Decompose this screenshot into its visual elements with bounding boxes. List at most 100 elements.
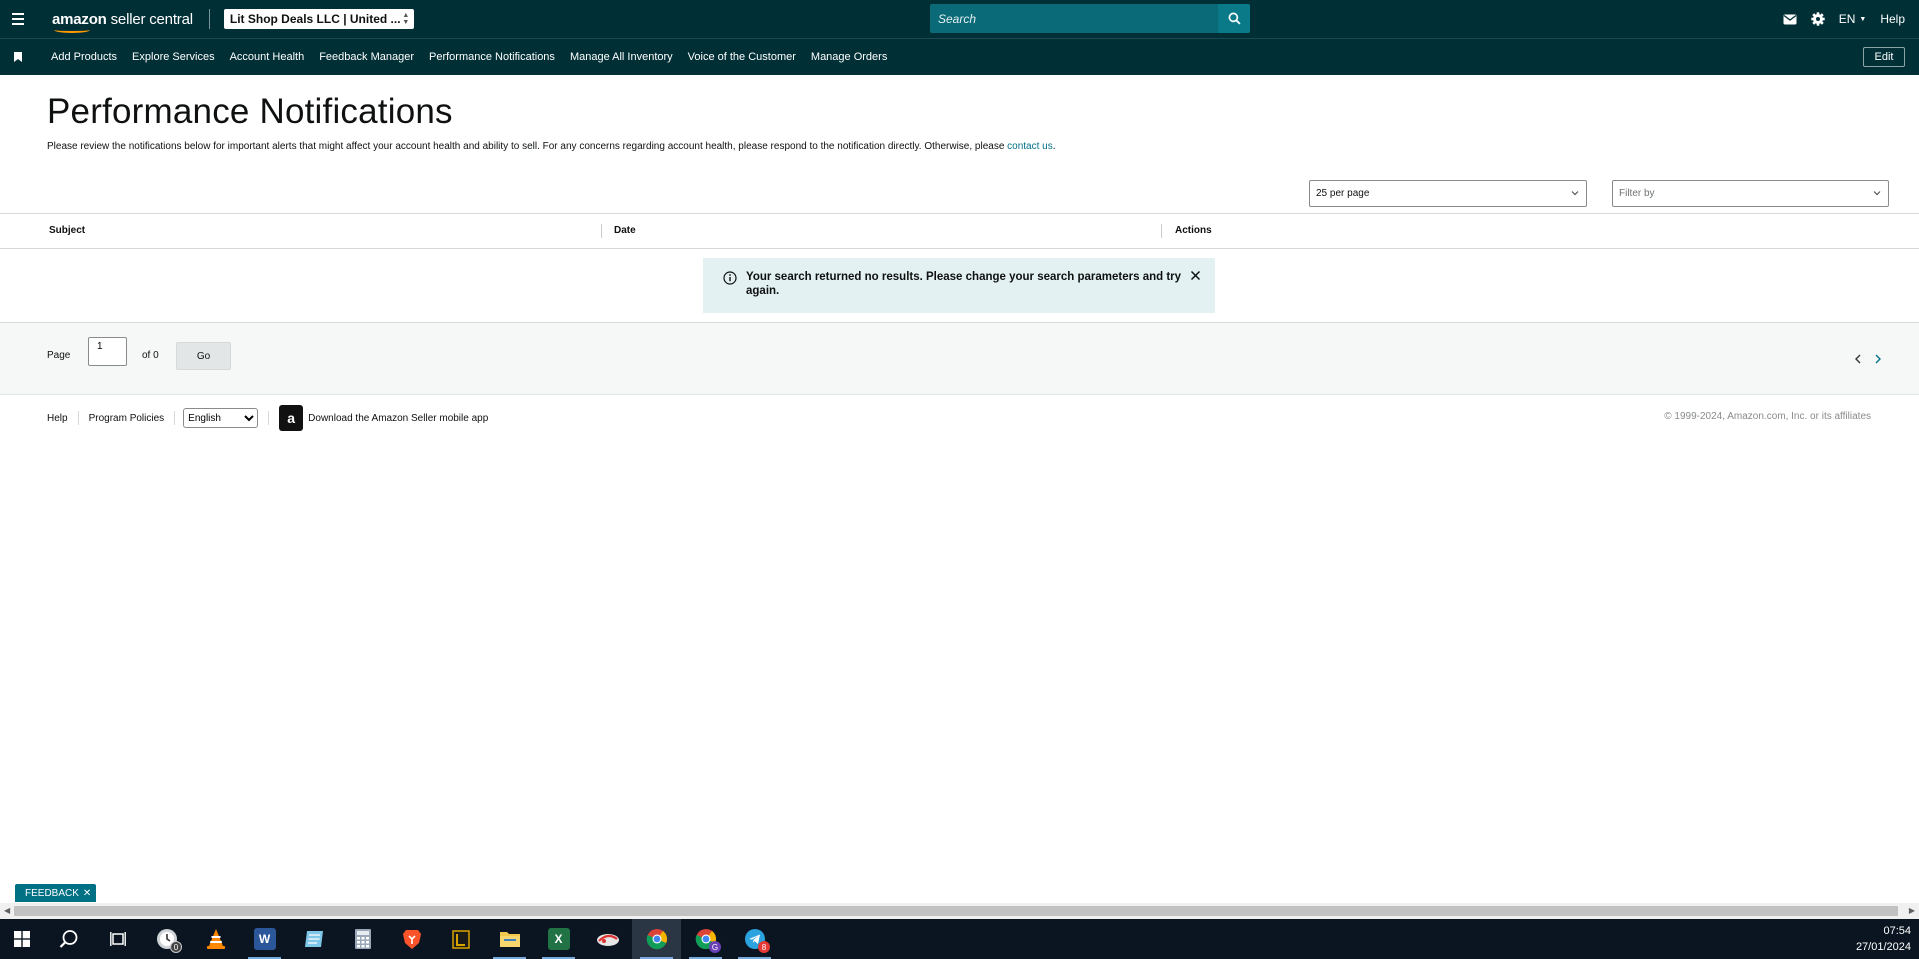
column-header-subject[interactable]: Subject xyxy=(49,225,85,236)
telegram-badge: 8 xyxy=(758,941,770,953)
caret-down-icon: ▼ xyxy=(1859,15,1867,23)
language-selector[interactable]: EN ▼ xyxy=(1839,12,1867,26)
gear-icon[interactable] xyxy=(1811,12,1825,26)
filter-dropdown[interactable]: Filter by xyxy=(1612,180,1889,207)
close-icon[interactable] xyxy=(1190,270,1201,281)
amazon-app-icon[interactable]: a xyxy=(279,405,304,431)
table-body: Your search returned no results. Please … xyxy=(0,249,1919,323)
footer-divider xyxy=(77,411,79,425)
nav-item-manage-orders[interactable]: Manage Orders xyxy=(811,51,887,63)
contact-us-link[interactable]: contact us xyxy=(1007,141,1053,152)
account-name: Lit Shop Deals LLC | United ... xyxy=(229,12,401,26)
close-icon[interactable]: ✕ xyxy=(83,888,91,899)
footer-help-link[interactable]: Help xyxy=(47,413,68,424)
nav-item-voice-of-the-customer[interactable]: Voice of the Customer xyxy=(688,51,796,63)
language-label: EN xyxy=(1838,12,1856,26)
page-footer: Help Program Policies English a Download… xyxy=(0,404,1919,432)
brave-icon[interactable] xyxy=(387,919,436,959)
go-button[interactable]: Go xyxy=(176,342,231,370)
page-number-input[interactable] xyxy=(88,337,127,366)
clock-app-icon[interactable]: 0 xyxy=(142,919,191,959)
vlc-icon[interactable] xyxy=(191,919,240,959)
excel-letter: X xyxy=(547,928,570,950)
top-header: amazon seller central Lit Shop Deals LLC… xyxy=(0,0,1919,38)
seller-central-logo[interactable]: amazon seller central xyxy=(52,10,193,33)
spinner-arrows-icon[interactable]: ▲ ▼ xyxy=(401,11,411,27)
chrome-icon[interactable] xyxy=(632,919,681,959)
header-utilities: EN ▼ Help xyxy=(1783,0,1905,38)
chrome-profile-icon[interactable]: G xyxy=(681,919,730,959)
description-text: Please review the notifications below fo… xyxy=(47,141,1008,152)
scrollbar-thumb[interactable] xyxy=(14,906,1898,916)
filter-placeholder: Filter by xyxy=(1619,188,1655,199)
column-header-actions[interactable]: Actions xyxy=(1175,225,1212,236)
header-divider xyxy=(208,9,210,29)
per-page-dropdown[interactable]: 25 per page xyxy=(1309,180,1587,207)
page-title: Performance Notifications xyxy=(47,92,453,131)
windows-start-icon[interactable] xyxy=(0,919,44,959)
page-label: Page xyxy=(47,350,71,361)
nav-item-add-products[interactable]: Add Products xyxy=(51,51,117,63)
clock-date: 27/01/2024 xyxy=(1855,941,1911,953)
column-divider xyxy=(1161,224,1162,238)
copyright-text: © 1999-2024, Amazon.com, Inc. or its aff… xyxy=(1664,411,1871,422)
nav-bar: Add Products Explore Services Account He… xyxy=(0,38,1919,75)
search-bar xyxy=(930,4,1250,33)
feedback-tab[interactable]: FEEDBACK ✕ xyxy=(15,884,97,902)
help-link[interactable]: Help xyxy=(1880,12,1905,26)
column-divider xyxy=(601,224,602,238)
search-button[interactable] xyxy=(1218,4,1250,33)
excel-icon[interactable]: X xyxy=(534,919,583,959)
table-header: Subject Date Actions xyxy=(0,213,1919,249)
menu-icon[interactable] xyxy=(0,0,36,38)
logo-product: seller central xyxy=(110,10,193,28)
calculator-icon[interactable] xyxy=(338,919,387,959)
system-clock[interactable]: 07:54 27/01/2024 xyxy=(1856,923,1911,955)
chevron-down-icon xyxy=(1873,191,1881,196)
nav-item-explore-services[interactable]: Explore Services xyxy=(132,51,215,63)
horizontal-scrollbar[interactable]: ◀ ▶ xyxy=(0,903,1919,919)
task-view-icon[interactable] xyxy=(93,919,142,959)
nav-item-account-health[interactable]: Account Health xyxy=(230,51,305,63)
chevron-right-icon[interactable] xyxy=(1874,354,1882,364)
edit-nav-button[interactable]: Edit xyxy=(1863,47,1905,67)
telegram-icon[interactable]: 8 xyxy=(730,919,779,959)
word-letter: W xyxy=(253,928,276,950)
bookmark-icon[interactable] xyxy=(0,52,36,62)
nav-item-performance-notifications[interactable]: Performance Notifications xyxy=(429,51,555,63)
footer-divider xyxy=(174,411,176,425)
search-input[interactable] xyxy=(930,4,1218,33)
download-app-link[interactable]: Download the Amazon Seller mobile app xyxy=(308,413,488,424)
scroll-left-icon[interactable]: ◀ xyxy=(4,906,10,915)
chevron-left-icon[interactable] xyxy=(1854,354,1862,364)
column-header-date[interactable]: Date xyxy=(614,225,636,236)
page-total-label: of 0 xyxy=(142,350,159,361)
description-end: . xyxy=(1052,141,1056,152)
notepad-icon[interactable] xyxy=(289,919,338,959)
info-icon xyxy=(723,271,737,285)
clock-app-badge: 0 xyxy=(170,941,182,953)
mail-icon[interactable] xyxy=(1783,14,1797,25)
clock-time: 07:54 xyxy=(1883,925,1911,937)
file-explorer-icon[interactable] xyxy=(485,919,534,959)
word-icon[interactable]: W xyxy=(240,919,289,959)
footer-divider xyxy=(268,411,270,425)
media-app-icon[interactable] xyxy=(436,919,485,959)
chevron-down-icon xyxy=(1571,191,1579,196)
windows-taskbar: 0 W X G 8 07:54 27/01/2024 xyxy=(0,919,1919,959)
logo-smile-icon xyxy=(54,27,90,33)
no-results-alert: Your search returned no results. Please … xyxy=(703,258,1215,313)
footer-language-select[interactable]: English xyxy=(183,408,259,428)
feedback-label: FEEDBACK xyxy=(25,887,79,899)
nav-item-manage-all-inventory[interactable]: Manage All Inventory xyxy=(570,51,673,63)
account-selector[interactable]: Lit Shop Deals LLC | United ... ▲ ▼ xyxy=(223,9,414,29)
program-policies-link[interactable]: Program Policies xyxy=(89,413,165,424)
cloud-app-icon[interactable] xyxy=(583,919,632,959)
search-icon[interactable] xyxy=(44,919,93,959)
chrome-profile-badge: G xyxy=(709,941,721,953)
nav-item-feedback-manager[interactable]: Feedback Manager xyxy=(319,51,414,63)
per-page-value: 25 per page xyxy=(1316,188,1370,199)
pagination-bar: Page of 0 Go xyxy=(0,323,1919,395)
page-description: Please review the notifications below fo… xyxy=(47,141,1056,152)
scroll-right-icon[interactable]: ▶ xyxy=(1909,906,1915,915)
